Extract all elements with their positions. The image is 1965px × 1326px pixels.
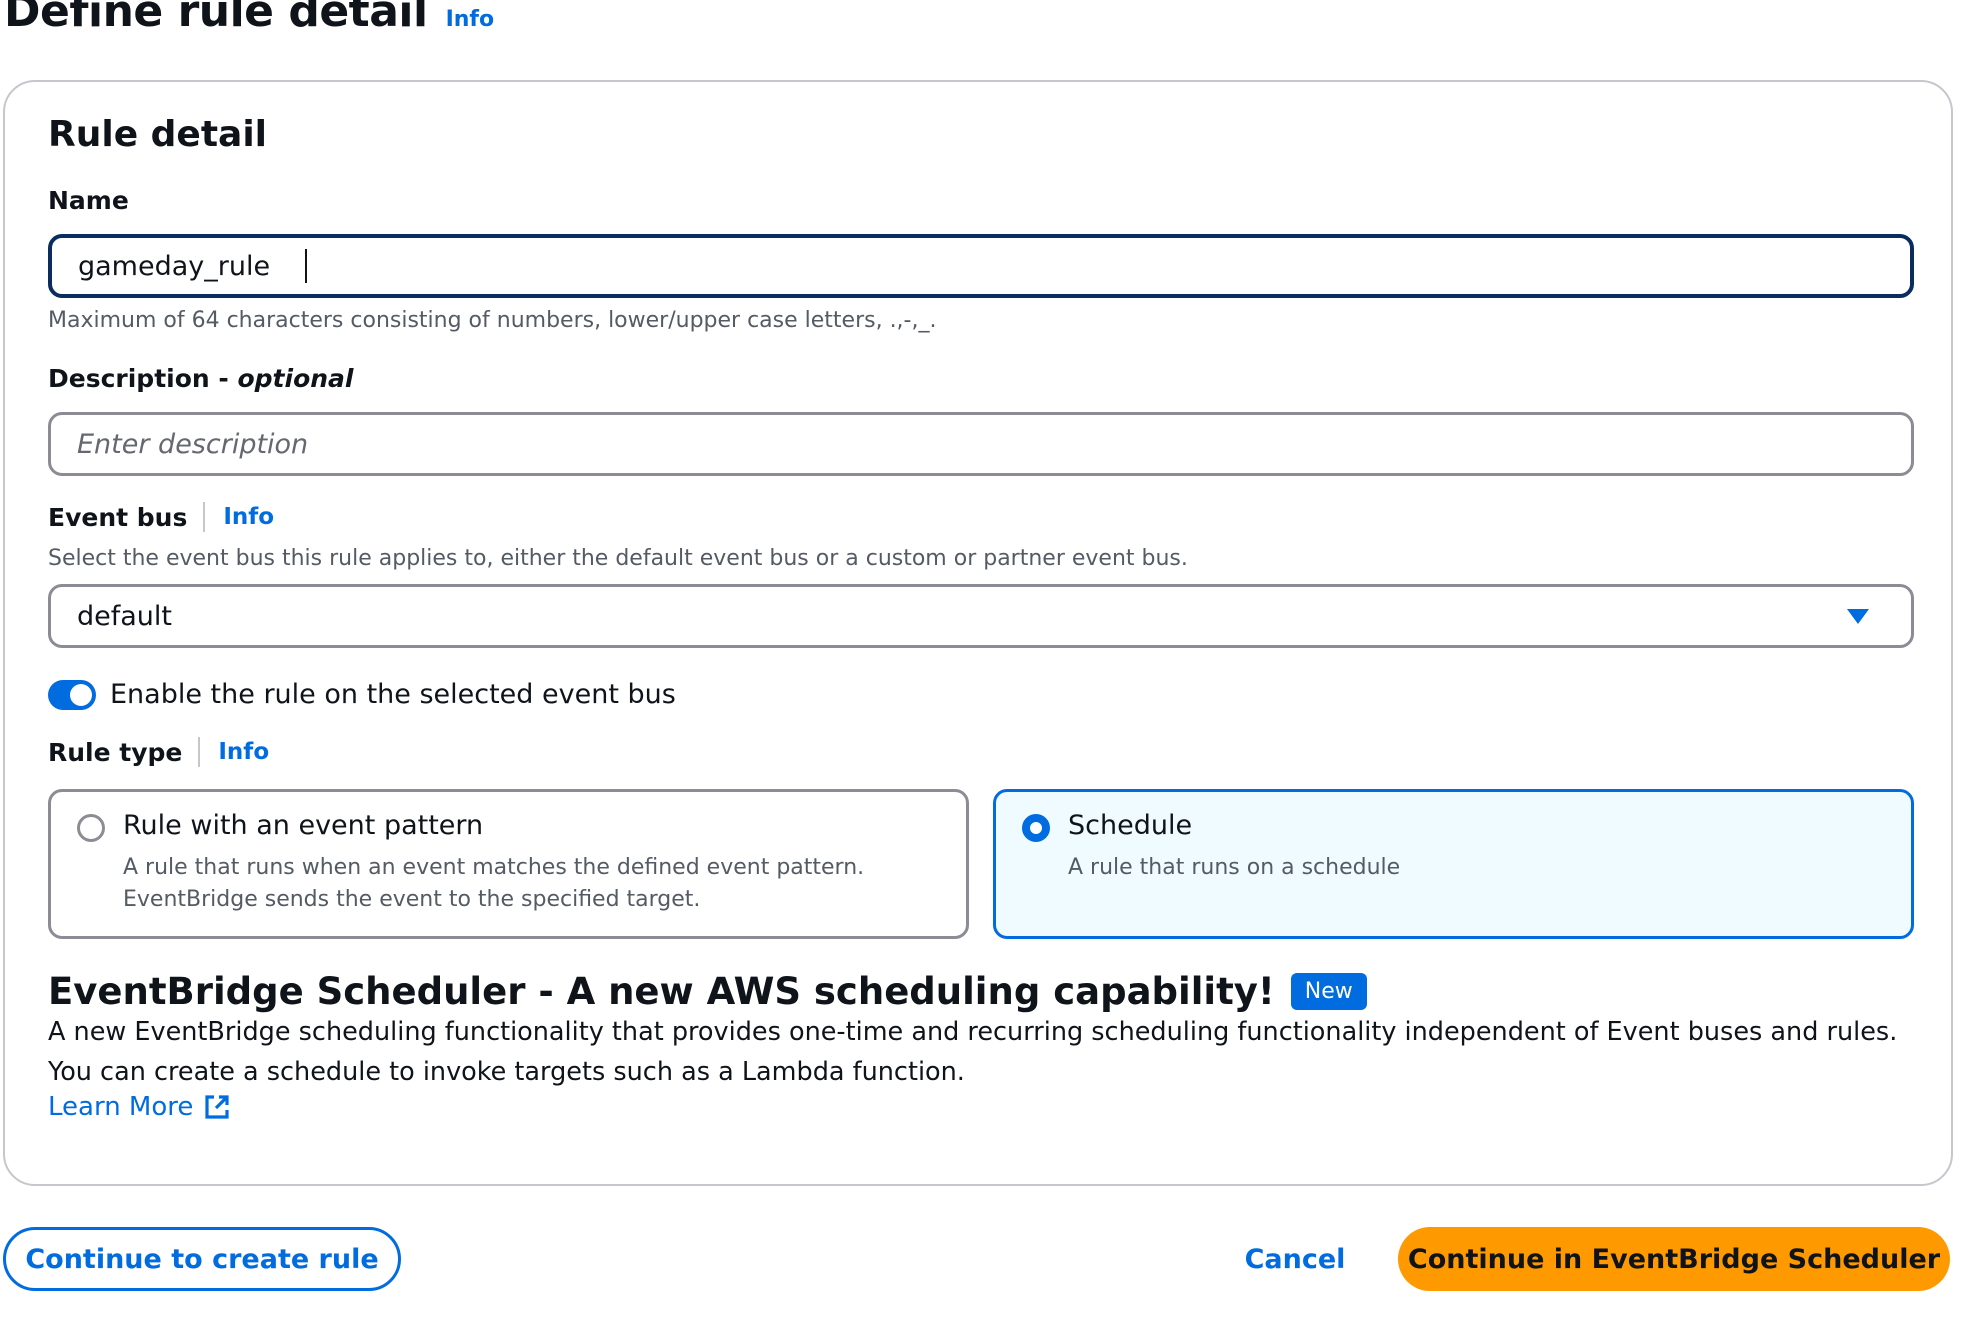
- page: Define rule detail Info Rule detail Name…: [0, 0, 1965, 1326]
- caret-down-icon: [1847, 608, 1869, 624]
- name-label-text: Name: [48, 186, 129, 215]
- page-title: Define rule detail: [4, 0, 428, 37]
- tile-title: Schedule: [1068, 810, 1193, 841]
- learn-more-text: Learn More: [48, 1092, 194, 1122]
- event-bus-label-text: Event bus: [48, 502, 188, 532]
- name-input[interactable]: [48, 234, 1914, 298]
- promo-text-line-1: A new EventBridge scheduling functionali…: [48, 1017, 1898, 1047]
- promo-text-line-2: You can create a schedule to invoke targ…: [48, 1057, 965, 1087]
- rule-type-event-pattern-tile[interactable]: Rule with an event pattern A rule that r…: [48, 789, 969, 939]
- rule-type-schedule-tile[interactable]: Schedule A rule that runs on a schedule: [993, 789, 1914, 939]
- rule-type-label-text: Rule type: [48, 737, 183, 767]
- description-label: Description - optional: [48, 364, 354, 393]
- cancel-button[interactable]: Cancel: [1230, 1227, 1360, 1291]
- event-bus-info-link[interactable]: Info: [223, 504, 274, 530]
- event-bus-select[interactable]: default: [48, 584, 1914, 648]
- toggle-knob: [70, 683, 92, 706]
- name-hint: Maximum of 64 characters consisting of n…: [48, 308, 937, 333]
- promo-heading: EventBridge Scheduler - A new AWS schedu…: [48, 970, 1275, 1013]
- tile-description: A rule that runs on a schedule: [1068, 855, 1401, 880]
- rule-detail-card: Rule detail Name Maximum of 64 character…: [3, 80, 1953, 1186]
- name-label: Name: [48, 186, 129, 215]
- enable-rule-toggle[interactable]: [48, 679, 96, 710]
- external-link-icon: [205, 1095, 229, 1119]
- tile-description: A rule that runs when an event matches t…: [123, 855, 865, 912]
- learn-more-link[interactable]: Learn More: [48, 1092, 231, 1122]
- description-label-text: Description -: [48, 364, 238, 393]
- radio-event-pattern[interactable]: [77, 814, 105, 842]
- label-divider: [203, 502, 206, 532]
- new-badge: New: [1290, 973, 1367, 1010]
- optional-label: optional: [237, 364, 354, 393]
- text-caret: [305, 249, 307, 283]
- enable-rule-label: Enable the rule on the selected event bu…: [110, 679, 676, 710]
- radio-schedule[interactable]: [1022, 814, 1050, 842]
- event-bus-label: Event bus Info: [48, 502, 274, 532]
- card-title: Rule detail: [48, 114, 268, 155]
- enable-rule-toggle-row: Enable the rule on the selected event bu…: [48, 679, 676, 710]
- promo-text: A new EventBridge scheduling functionali…: [48, 1012, 1928, 1092]
- label-divider: [198, 737, 201, 767]
- page-header: Define rule detail Info: [4, 0, 494, 37]
- rule-type-info-link[interactable]: Info: [218, 739, 269, 765]
- tile-title: Rule with an event pattern: [123, 810, 484, 841]
- scheduler-promo-title: EventBridge Scheduler - A new AWS schedu…: [48, 970, 1367, 1013]
- continue-to-create-rule-button[interactable]: Continue to create rule: [3, 1227, 401, 1291]
- rule-type-label: Rule type Info: [48, 737, 269, 767]
- continue-in-scheduler-button[interactable]: Continue in EventBridge Scheduler: [1398, 1227, 1950, 1291]
- event-bus-hint: Select the event bus this rule applies t…: [48, 546, 1188, 571]
- description-input[interactable]: [48, 412, 1914, 476]
- page-info-link[interactable]: Info: [446, 7, 495, 32]
- event-bus-selected-value: default: [77, 600, 173, 632]
